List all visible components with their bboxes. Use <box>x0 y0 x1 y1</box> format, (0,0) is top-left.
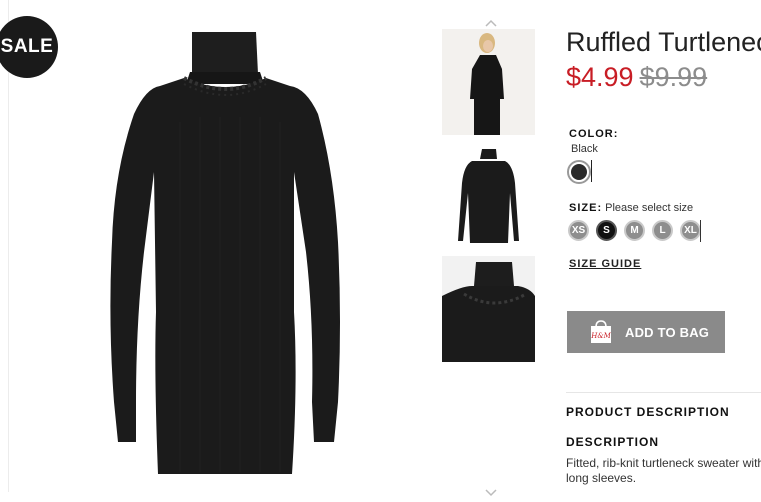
size-option-m[interactable]: M <box>624 220 645 241</box>
color-swatch-black[interactable] <box>567 160 591 184</box>
shopping-bag-icon: H&M <box>590 320 612 343</box>
section-divider <box>566 392 761 393</box>
product-title: Ruffled Turtleneck Sweater <box>566 27 761 57</box>
size-options: XS S M L XL <box>568 220 701 241</box>
color-label: COLOR: <box>569 128 619 140</box>
size-hint: Please select size <box>605 202 694 214</box>
sweater-image <box>110 32 341 474</box>
thumbnail-front[interactable] <box>442 143 535 249</box>
add-to-bag-label: ADD TO BAG <box>625 324 710 340</box>
add-to-bag-button[interactable]: H&M ADD TO BAG <box>567 311 725 353</box>
size-option-l[interactable]: L <box>652 220 673 241</box>
sale-badge-text: SALE <box>0 36 54 57</box>
sale-badge: SALE <box>0 16 58 78</box>
thumbnail-detail[interactable] <box>442 256 535 362</box>
size-guide-link[interactable]: SIZE GUIDE <box>569 258 641 270</box>
product-info-panel: Ruffled Turtleneck Sweater $4.99$9.99 CO… <box>566 0 761 492</box>
price-row: $4.99 $9.99 <box>566 62 707 93</box>
swatch-divider <box>591 160 592 182</box>
product-description-heading[interactable]: PRODUCT DESCRIPTION <box>566 405 730 419</box>
swatch-fill <box>571 164 587 180</box>
left-divider <box>8 0 9 492</box>
size-label: SIZE: <box>569 202 603 214</box>
original-price: $9.99 <box>639 62 708 92</box>
thumbnail-scroll-down-icon[interactable] <box>484 484 498 497</box>
description-text: Fitted, rib-knit turtleneck sweater with… <box>566 456 761 485</box>
size-divider <box>700 220 701 242</box>
size-row: SIZE: Please select size <box>569 202 693 214</box>
size-option-xl[interactable]: XL <box>680 220 701 241</box>
description-heading: DESCRIPTION <box>566 435 660 449</box>
bag-brand-text: H&M <box>590 332 611 340</box>
main-product-image[interactable] <box>80 22 380 482</box>
sale-price: $4.99 <box>566 62 634 92</box>
size-option-s[interactable]: S <box>596 220 617 241</box>
color-value: Black <box>571 143 598 155</box>
thumbnail-scroll-up-icon[interactable] <box>484 14 498 27</box>
thumbnail-model[interactable] <box>442 29 535 135</box>
size-option-xs[interactable]: XS <box>568 220 589 241</box>
